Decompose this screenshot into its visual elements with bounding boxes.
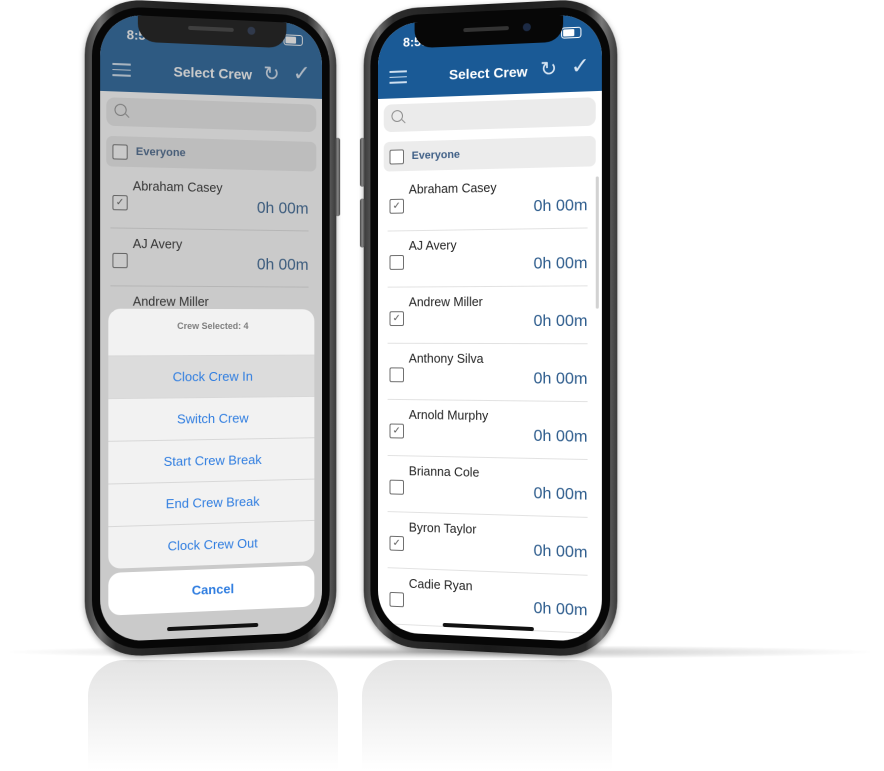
crew-name: Byron Taylor (408, 520, 477, 537)
crew-duration: 0h 00m (533, 312, 588, 331)
crew-checkbox[interactable] (389, 367, 404, 383)
crew-name: AJ Avery (408, 238, 457, 253)
clock-crew-out-button[interactable]: Clock Crew Out (108, 521, 314, 569)
crew-duration: 0h 00m (533, 599, 588, 620)
side-button (335, 137, 341, 217)
crew-row[interactable]: Cadie Ryan 0h 00m (387, 568, 588, 634)
crew-checkbox[interactable] (389, 479, 404, 495)
left-screen: Select Crew ↻ ✓ 8:59 ◠ (100, 13, 323, 643)
search-icon (391, 109, 403, 123)
switch-crew-button[interactable]: Switch Crew (108, 396, 315, 442)
search-input[interactable] (408, 101, 588, 130)
everyone-label: Everyone (411, 148, 460, 163)
crew-row[interactable]: ✓ Arnold Murphy 0h 00m (387, 399, 588, 461)
right-phone: Select Crew ↻ ✓ 8:59 ◠ (359, 0, 618, 659)
checkmark-icon[interactable]: ✓ (571, 53, 590, 80)
everyone-row[interactable]: Everyone (383, 135, 596, 172)
crew-duration: 0h 00m (533, 196, 588, 216)
page-title: Select Crew (448, 63, 528, 83)
right-screen: Select Crew ↻ ✓ 8:59 ◠ (378, 13, 602, 643)
bezel: Select Crew ↻ ✓ 8:59 ◠ (91, 5, 330, 651)
crew-name: Arnold Murphy (408, 407, 489, 424)
crew-row[interactable]: ✓ Byron Taylor 0h 00m (387, 512, 588, 576)
battery-icon (561, 26, 582, 39)
volume-up-button (359, 137, 365, 187)
crew-name: Andrew Miller (408, 295, 483, 310)
crew-checkbox[interactable]: ✓ (389, 311, 404, 327)
crew-duration: 0h 00m (533, 254, 588, 273)
refresh-icon[interactable]: ↻ (540, 56, 557, 82)
crew-duration: 0h 00m (533, 427, 588, 446)
right-phone-reflection (362, 660, 612, 770)
crew-checkbox[interactable]: ✓ (389, 198, 404, 214)
end-crew-break-button[interactable]: End Crew Break (108, 479, 315, 528)
crew-row[interactable]: ✓ Andrew Miller 0h 00m (387, 286, 588, 345)
crew-row[interactable]: AJ Avery 0h 00m (387, 228, 588, 288)
everyone-checkbox[interactable] (389, 148, 404, 165)
bezel: Select Crew ↻ ✓ 8:59 ◠ (370, 4, 611, 652)
crew-name: Abraham Casey (408, 180, 497, 197)
crew-duration: 0h 00m (533, 485, 588, 504)
crew-name: Brianna Cole (408, 464, 480, 480)
action-sheet: Crew Selected: 4 Clock Crew In Switch Cr… (108, 308, 315, 569)
crew-duration: 0h 00m (533, 370, 588, 388)
crew-checkbox[interactable]: ✓ (389, 423, 404, 439)
crew-name: Anthony Silva (408, 351, 484, 366)
crew-duration: 0h 00m (533, 542, 588, 562)
crew-checkbox[interactable]: ✓ (389, 535, 404, 552)
crew-row[interactable]: ✓ Abraham Casey 0h 00m (387, 170, 588, 232)
left-phone: Select Crew ↻ ✓ 8:59 ◠ (84, 0, 341, 659)
crew-row[interactable]: Brianna Cole 0h 00m (387, 455, 588, 518)
left-phone-reflection (88, 660, 338, 770)
action-sheet-title: Crew Selected: 4 (108, 308, 315, 357)
crew-checkbox[interactable] (389, 254, 404, 270)
crew-checkbox[interactable] (389, 591, 404, 608)
crew-name: Cadie Ryan (408, 576, 473, 594)
volume-down-button (359, 198, 365, 248)
clock-crew-in-button[interactable]: Clock Crew In (108, 355, 315, 400)
start-crew-break-button[interactable]: Start Crew Break (108, 438, 315, 485)
crew-row[interactable]: Anthony Silva 0h 00m (387, 343, 588, 403)
search-bar (378, 90, 602, 141)
crew-list: ✓ Abraham Casey 0h 00m AJ Avery 0h 00m ✓… (378, 170, 602, 642)
